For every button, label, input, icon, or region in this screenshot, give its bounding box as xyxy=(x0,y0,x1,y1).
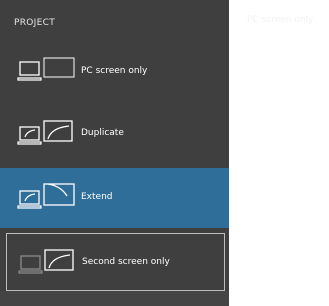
duplicate-icon xyxy=(17,120,73,145)
option-second-screen-only[interactable]: Second screen only xyxy=(6,233,225,291)
second-screen-only-icon xyxy=(18,249,74,274)
ghost-label: PC screen only xyxy=(247,15,314,25)
option-label: Duplicate xyxy=(81,128,124,138)
option-label: Extend xyxy=(81,192,113,202)
extend-icon xyxy=(17,183,75,209)
option-pc-screen-only[interactable]: PC screen only xyxy=(0,42,229,102)
option-duplicate[interactable]: Duplicate xyxy=(0,104,229,164)
option-label: Second screen only xyxy=(82,257,170,267)
option-label: PC screen only xyxy=(81,66,148,76)
project-panel: PROJECT PC screen only Duplicate Extend xyxy=(0,0,229,306)
option-extend[interactable]: Extend xyxy=(0,168,229,228)
option-partial xyxy=(0,291,229,306)
pc-screen-only-icon xyxy=(17,57,75,81)
panel-title: PROJECT xyxy=(14,18,55,28)
